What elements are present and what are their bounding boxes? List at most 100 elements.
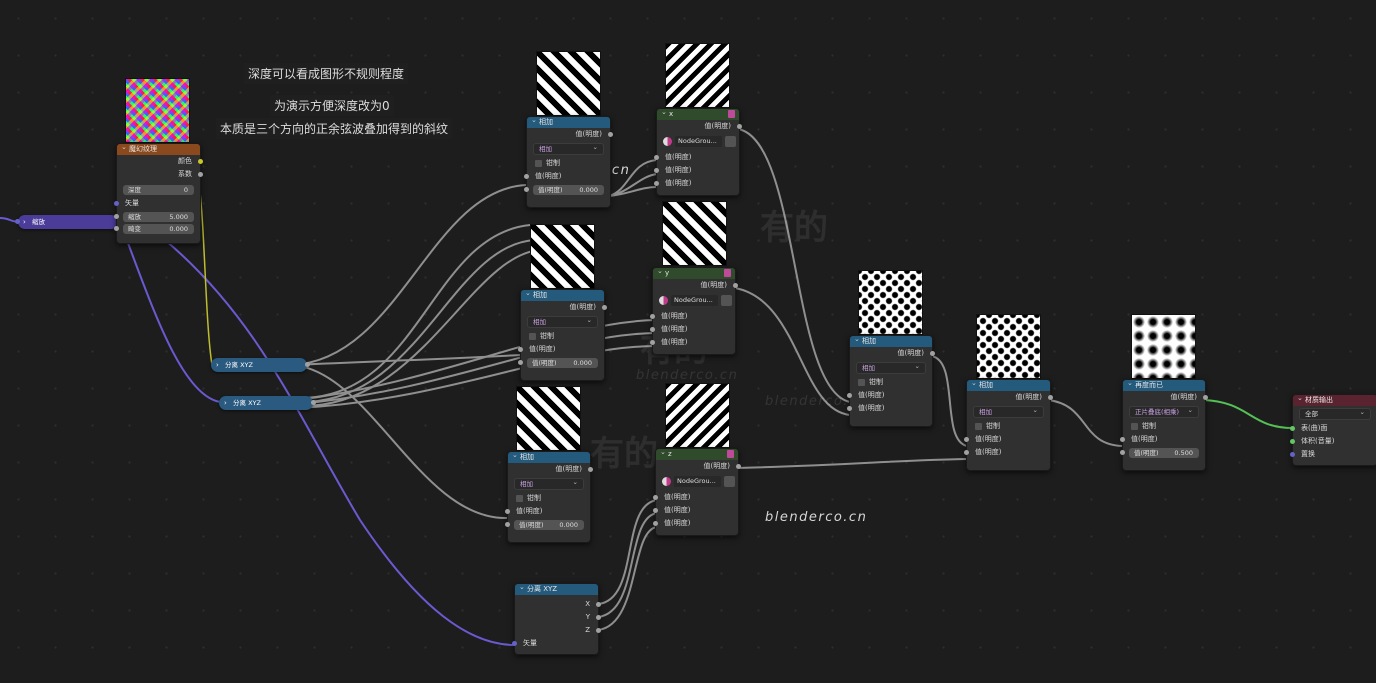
z-output-socket[interactable] <box>596 628 601 633</box>
value-field[interactable]: 值(明度) 0.000 <box>518 358 598 368</box>
value-input-socket[interactable] <box>518 347 523 352</box>
operation-dropdown[interactable]: 相加 <box>973 405 1044 418</box>
collapse-icon[interactable]: › <box>216 358 219 372</box>
separate-xyz-collapsed-node[interactable]: › 分离 XYZ <box>219 396 316 410</box>
value-input-socket[interactable] <box>964 450 969 455</box>
value-input-socket[interactable] <box>653 508 658 513</box>
vector-input-socket[interactable] <box>512 641 517 646</box>
group-browse-button[interactable] <box>724 476 735 487</box>
node-header[interactable]: 相加 <box>508 452 590 463</box>
node-header[interactable]: 相加 <box>521 290 604 301</box>
value-output-socket[interactable] <box>602 305 607 310</box>
value-output-socket[interactable] <box>930 351 935 356</box>
value-input-socket[interactable] <box>847 393 852 398</box>
magic-texture-node[interactable]: 魔幻纹理 颜色 系数 深度 0 矢量 缩放 5.000 畸变 0.000 <box>114 143 203 244</box>
math-add-node[interactable]: 相加 值(明度) 相加 钳制 值(明度) 值(明度) <box>964 379 1053 471</box>
distortion-field[interactable]: 畸变 0.000 <box>114 224 194 234</box>
y-output-socket[interactable] <box>596 615 601 620</box>
value-output-socket[interactable] <box>588 467 593 472</box>
group-name-field[interactable]: NodeGrou... <box>675 136 722 147</box>
collapse-icon[interactable]: › <box>23 215 26 229</box>
value-field[interactable]: 值(明度) 0.000 <box>524 185 604 195</box>
clamp-checkbox-row[interactable]: 钳制 <box>850 376 932 389</box>
group-browse-button[interactable] <box>721 295 732 306</box>
value-input-socket[interactable] <box>653 521 658 526</box>
node-header[interactable]: 相加 <box>850 336 932 347</box>
value-input-socket[interactable] <box>964 437 969 442</box>
scale-input-socket[interactable] <box>114 214 119 219</box>
group-name-field[interactable]: NodeGrou... <box>671 295 718 306</box>
node-group-selector[interactable]: NodeGrou... <box>657 294 732 308</box>
node-header[interactable]: z <box>656 449 738 460</box>
volume-input-socket[interactable] <box>1290 439 1295 444</box>
operation-dropdown[interactable]: 相加 <box>533 142 604 155</box>
node-header[interactable]: 相加 <box>527 117 610 128</box>
value-input-socket[interactable] <box>505 509 510 514</box>
math-multiply-node[interactable]: 再度而已 值(明度) 正片叠底(相乘) 钳制 值(明度) 值(明度) 0.500 <box>1120 379 1208 471</box>
material-output-node[interactable]: 材质输出 全部 表(曲)面 体积(音量) 置换 <box>1290 394 1376 466</box>
value-input-socket[interactable] <box>650 314 655 319</box>
value-input-socket[interactable] <box>654 168 659 173</box>
value-output-socket[interactable] <box>608 132 613 137</box>
clamp-checkbox-row[interactable]: 钳制 <box>508 492 590 505</box>
distortion-input-socket[interactable] <box>114 226 119 231</box>
displacement-input-socket[interactable] <box>1290 452 1295 457</box>
target-dropdown[interactable]: 全部 <box>1299 407 1371 420</box>
value-input-socket[interactable] <box>650 340 655 345</box>
clamp-checkbox-row[interactable]: 钳制 <box>967 420 1050 433</box>
value-input-socket[interactable] <box>654 181 659 186</box>
value-field[interactable]: 值(明度) 0.500 <box>1120 448 1199 458</box>
node-header[interactable]: x <box>657 109 739 120</box>
x-output-socket[interactable] <box>596 602 601 607</box>
value-input-socket[interactable] <box>524 187 529 192</box>
clamp-checkbox-row[interactable]: 钳制 <box>521 330 604 343</box>
node-header[interactable]: 再度而已 <box>1123 380 1205 391</box>
value-input-socket[interactable] <box>518 360 523 365</box>
scale-reroute-node[interactable]: › 缩放 <box>15 215 121 229</box>
value-output-socket[interactable] <box>737 124 742 129</box>
operation-dropdown[interactable]: 相加 <box>527 315 598 328</box>
math-add-node[interactable]: 相加 值(明度) 相加 钳制 值(明度) 值(明度) 0.000 <box>524 116 613 208</box>
value-input-socket[interactable] <box>1120 450 1125 455</box>
value-output-socket[interactable] <box>1048 395 1053 400</box>
clamp-checkbox-row[interactable]: 钳制 <box>1123 420 1205 433</box>
node-header[interactable]: 材质输出 <box>1293 395 1376 406</box>
node-group-y[interactable]: y 值(明度) NodeGrou... 值(明度) 值(明度) 值(明度) <box>650 267 738 355</box>
value-output-socket[interactable] <box>736 464 741 469</box>
operation-dropdown[interactable]: 相加 <box>856 361 926 374</box>
math-add-node[interactable]: 相加 值(明度) 相加 钳制 值(明度) 值(明度) 0.000 <box>505 451 593 543</box>
operation-dropdown[interactable]: 正片叠底(相乘) <box>1129 405 1199 418</box>
operation-dropdown[interactable]: 相加 <box>514 477 584 490</box>
node-header[interactable]: 相加 <box>967 380 1050 391</box>
value-output-socket[interactable] <box>1203 395 1208 400</box>
value-input-socket[interactable] <box>524 174 529 179</box>
node-group-selector[interactable]: NodeGrou... <box>661 135 736 149</box>
clamp-checkbox-row[interactable]: 钳制 <box>527 157 610 170</box>
clamp-checkbox[interactable] <box>858 378 865 386</box>
node-header[interactable]: 分离 XYZ <box>515 584 598 595</box>
clamp-checkbox[interactable] <box>1131 422 1138 430</box>
color-output-socket[interactable] <box>198 159 203 164</box>
value-input-socket[interactable] <box>654 155 659 160</box>
clamp-checkbox[interactable] <box>975 422 982 430</box>
group-name-field[interactable]: NodeGrou... <box>674 476 721 487</box>
vector-input-socket[interactable] <box>114 201 119 206</box>
node-header[interactable]: y <box>653 268 735 279</box>
vector-input-socket[interactable] <box>15 219 20 224</box>
scale-field[interactable]: 缩放 5.000 <box>114 212 194 222</box>
node-group-z[interactable]: z 值(明度) NodeGrou... 值(明度) 值(明度) 值(明度) <box>653 448 741 536</box>
node-group-x[interactable]: x 值(明度) NodeGrou... 值(明度) 值(明度) 值(明度) <box>654 108 742 196</box>
value-input-socket[interactable] <box>505 522 510 527</box>
float-output-socket[interactable] <box>305 362 310 367</box>
value-input-socket[interactable] <box>1120 437 1125 442</box>
collapse-icon[interactable]: › <box>224 396 227 410</box>
clamp-checkbox[interactable] <box>516 494 523 502</box>
separate-xyz-collapsed-node[interactable]: › 分离 XYZ <box>211 358 310 372</box>
math-add-node[interactable]: 相加 值(明度) 相加 钳制 值(明度) 值(明度) 0.000 <box>518 289 607 381</box>
value-input-socket[interactable] <box>650 327 655 332</box>
node-header[interactable]: 魔幻纹理 <box>117 144 200 155</box>
depth-field[interactable]: 深度 0 <box>123 185 194 195</box>
clamp-checkbox[interactable] <box>535 159 542 167</box>
surface-input-socket[interactable] <box>1290 426 1295 431</box>
fac-output-socket[interactable] <box>198 172 203 177</box>
